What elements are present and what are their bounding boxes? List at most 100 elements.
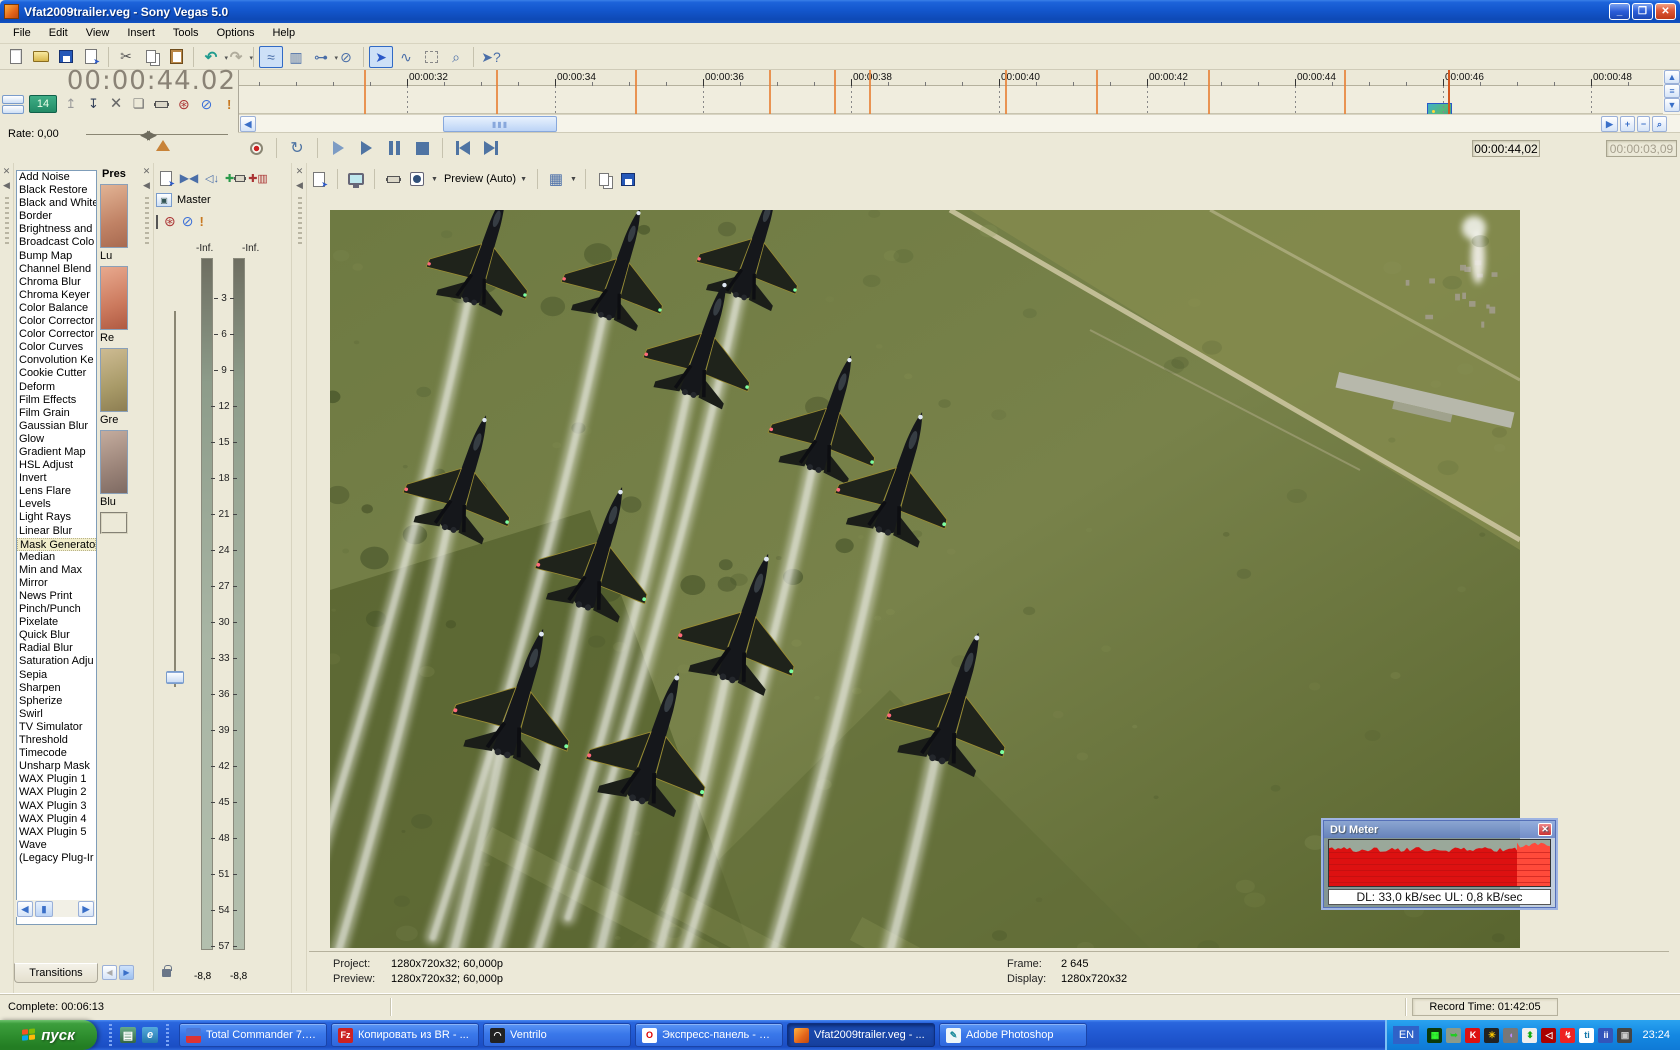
paste-icon[interactable] xyxy=(164,46,188,68)
fx-preset-item[interactable]: Blu xyxy=(100,430,130,508)
fx-list-item[interactable]: Gaussian Blur xyxy=(17,420,96,433)
menu-view[interactable]: View xyxy=(77,24,119,42)
taskbar-clock[interactable]: 23:24 xyxy=(1636,1029,1674,1041)
fx-list-item[interactable]: Invert xyxy=(17,472,96,485)
fx-list-item[interactable]: Saturation Adju xyxy=(17,655,96,668)
duplicate-track-icon[interactable]: ❏ xyxy=(130,95,148,114)
fx-list-item[interactable]: Min and Max xyxy=(17,564,96,577)
menu-help[interactable]: Help xyxy=(263,24,304,42)
fx-list-item[interactable]: Film Grain xyxy=(17,407,96,420)
timeline-marker[interactable] xyxy=(635,70,637,114)
fx-list-item[interactable]: Bump Map xyxy=(17,250,96,263)
scroll-down-icon[interactable]: ▼ xyxy=(1664,98,1680,112)
vertical-thumb[interactable]: ≡ xyxy=(1664,84,1680,98)
move-up-icon[interactable]: ↥ xyxy=(62,95,80,114)
enable-snapping-icon[interactable]: ≈ xyxy=(259,45,283,68)
tab-scroll-left-icon[interactable]: ◀ xyxy=(102,965,117,980)
playhead-cursor[interactable] xyxy=(1448,70,1450,114)
selection-edit-tool-icon[interactable] xyxy=(419,46,443,68)
dim-output-icon[interactable]: ◁↓ xyxy=(202,168,222,188)
master-fader-track[interactable] xyxy=(174,311,176,687)
timeline-horizontal-scrollbar[interactable]: ◀ ▮▮▮ ▶ + − ⌕ xyxy=(239,114,1680,132)
pin-dock-icon[interactable]: ◀ xyxy=(1,180,12,191)
fx-list-item[interactable]: Border xyxy=(17,210,96,223)
stop-button[interactable] xyxy=(410,137,434,159)
cut-icon[interactable]: ✂ xyxy=(114,46,138,68)
fx-list-item[interactable]: WAX Plugin 5 xyxy=(17,826,96,839)
go-to-start-button[interactable] xyxy=(451,137,475,159)
fx-list-item[interactable]: Light Rays xyxy=(17,511,96,524)
tab-scroll-right-icon[interactable]: ▶ xyxy=(119,965,134,980)
timeline-marker[interactable] xyxy=(769,70,771,114)
cursor-timecode-display[interactable]: 00:00:44.02 xyxy=(28,66,236,96)
timeline-vertical-scrollbar[interactable]: ▲ ≡ ▼ xyxy=(1663,70,1680,114)
move-down-icon[interactable]: ↧ xyxy=(85,95,103,114)
zoom-tool-icon[interactable]: ⌕ xyxy=(1652,116,1667,132)
track-layout-button[interactable] xyxy=(2,94,24,104)
bus-solo-icon[interactable]: ! xyxy=(199,214,203,229)
daemon-tools-tray-icon[interactable]: ✳ xyxy=(1484,1027,1500,1043)
timeline-marker[interactable] xyxy=(1005,70,1007,114)
fx-preset-item[interactable]: Lu xyxy=(100,184,130,262)
undo-icon[interactable]: ↶ xyxy=(199,46,228,68)
preview-quality-dropdown[interactable]: Preview (Auto) ▼ xyxy=(442,173,529,185)
internet-explorer-icon[interactable]: e xyxy=(142,1027,158,1043)
print-spooler-tray-icon[interactable]: ▣ xyxy=(1617,1027,1633,1043)
fx-list-item[interactable]: Linear Blur xyxy=(17,525,96,538)
mixer-properties-icon[interactable] xyxy=(156,168,176,188)
fx-list-item[interactable]: Color Corrector xyxy=(17,315,96,328)
taskbar-task-ventrilo[interactable]: ◠ Ventrilo xyxy=(483,1023,631,1047)
kaspersky-tray-icon[interactable]: K xyxy=(1465,1027,1481,1043)
sync-tray-icon[interactable]: ⬍ xyxy=(1522,1027,1538,1043)
fx-list-item[interactable]: Color Curves xyxy=(17,341,96,354)
preview-quality-icon[interactable] xyxy=(407,169,427,189)
scrollbar-thumb[interactable]: ▮▮▮ xyxy=(443,116,557,132)
fx-list-item[interactable]: Channel Blend xyxy=(17,263,96,276)
fx-list-item[interactable]: Quick Blur xyxy=(17,629,96,642)
du-meter-tray-icon[interactable]: ▦ xyxy=(1427,1027,1443,1043)
audio-tray-icon[interactable]: ◖ xyxy=(1503,1027,1519,1043)
fx-list-item[interactable]: Broadcast Colo xyxy=(17,236,96,249)
scroll-up-icon[interactable]: ▲ xyxy=(1664,70,1680,84)
solo-track-icon[interactable]: ! xyxy=(220,95,238,114)
track-layout-button2[interactable] xyxy=(2,104,24,114)
fx-scroll-right-icon[interactable]: ▶ xyxy=(78,901,94,917)
fx-list-item[interactable]: WAX Plugin 1 xyxy=(17,773,96,786)
bus-icon[interactable]: ▣ xyxy=(156,193,172,207)
track-motion-icon[interactable]: ⊛ xyxy=(175,95,193,114)
fx-list-item[interactable]: Spherize xyxy=(17,695,96,708)
fx-list-item[interactable]: Timecode xyxy=(17,747,96,760)
scroll-left-icon[interactable]: ◀ xyxy=(240,116,256,132)
fx-list-item[interactable]: Pinch/Punch xyxy=(17,603,96,616)
fx-list-item[interactable]: HSL Adjust xyxy=(17,459,96,472)
play-from-start-button[interactable] xyxy=(326,137,350,159)
rate-slider-track[interactable] xyxy=(86,134,228,135)
maximize-button[interactable]: ❐ xyxy=(1632,3,1653,20)
fx-list-item[interactable]: WAX Plugin 4 xyxy=(17,813,96,826)
project-video-properties-icon[interactable] xyxy=(309,169,329,189)
pause-button[interactable] xyxy=(382,137,406,159)
fx-list-item[interactable]: Unsharp Mask xyxy=(17,760,96,773)
zoom-edit-tool-icon[interactable]: ⌕ xyxy=(444,46,468,68)
download-master-tray-icon[interactable]: ↯ xyxy=(1560,1027,1576,1043)
close-dock-icon[interactable]: ✕ xyxy=(1,166,12,177)
fx-list-item[interactable]: Convolution Ke xyxy=(17,354,96,367)
track-fx-icon[interactable] xyxy=(152,95,170,114)
fx-list-item[interactable]: Brightness and xyxy=(17,223,96,236)
transitions-tab[interactable]: Transitions xyxy=(14,963,98,983)
overlay-grid-icon[interactable]: ▦ xyxy=(546,169,566,189)
fx-list-item[interactable]: Swirl xyxy=(17,708,96,721)
master-fader-handle[interactable] xyxy=(166,671,184,684)
ignore-event-grouping-icon[interactable]: ⊘ xyxy=(334,46,358,68)
fx-list-item[interactable]: News Print xyxy=(17,590,96,603)
bus-mute-icon[interactable]: ⊘ xyxy=(182,213,194,230)
go-to-end-button[interactable] xyxy=(479,137,503,159)
fx-list-item[interactable]: Lens Flare xyxy=(17,485,96,498)
rate-slider-handle[interactable]: ◀▶ xyxy=(140,127,157,143)
timeline-marker[interactable] xyxy=(1344,70,1346,114)
auto-ripple-icon[interactable]: ▥ xyxy=(284,46,308,68)
time-ruler[interactable]: 00:00:32 00:00:34 00:00:36 00:00:38 00:00:40… xyxy=(239,70,1680,86)
du-meter-close-icon[interactable]: ✕ xyxy=(1538,823,1552,836)
taskbar-task-photoshop[interactable]: ✎ Adobe Photoshop xyxy=(939,1023,1087,1047)
insert-fx-icon[interactable]: ✚ xyxy=(225,168,245,188)
